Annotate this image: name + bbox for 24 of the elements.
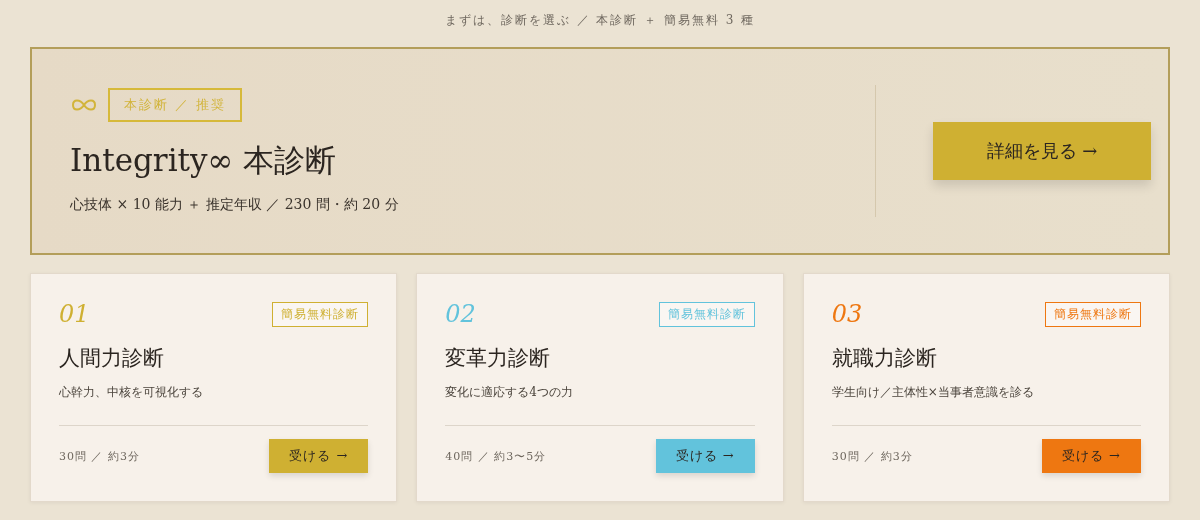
card-title: 変革力診断 <box>445 345 552 372</box>
card-title: 人間力診断 <box>59 345 165 372</box>
card-description: 学生向け／主体性×当事者意識を診る <box>831 384 1141 426</box>
question-count: 40問 ／ 約3〜5分 <box>445 448 547 464</box>
free-badge: 簡易無料診断 <box>272 301 369 327</box>
card-number: 03 <box>831 300 863 328</box>
card-number: 02 <box>445 300 476 328</box>
free-badge: 簡易無料診断 <box>1045 301 1141 327</box>
hero-title: Integrity∞ 本診断 <box>70 141 338 180</box>
question-count: 30問 ／ 約3分 <box>831 448 913 464</box>
card-number: 01 <box>59 300 90 328</box>
card-title: 就職力診断 <box>831 345 938 372</box>
section-caption: まずは、診断を選ぶ ／ 本診断 ＋ 簡易無料 3 種 <box>443 12 757 29</box>
recommended-badge: 本診断 ／ 推奨 <box>108 88 243 122</box>
details-button[interactable]: 詳細を見る → <box>933 122 1151 180</box>
take-button[interactable]: 受ける → <box>1042 439 1141 473</box>
free-badge: 簡易無料診断 <box>658 301 755 327</box>
take-button[interactable]: 受ける → <box>655 439 755 473</box>
hero-subtitle: 心技体 × 10 能力 ＋ 推定年収 ／ 230 問・約 20 分 <box>70 196 400 214</box>
card-description: 変化に適応する4つの力 <box>445 384 755 426</box>
infinity-icon <box>70 97 98 113</box>
card-description: 心幹力、中核を可視化する <box>59 384 369 426</box>
take-button[interactable]: 受ける → <box>269 439 369 473</box>
question-count: 30問 ／ 約3分 <box>59 448 140 464</box>
